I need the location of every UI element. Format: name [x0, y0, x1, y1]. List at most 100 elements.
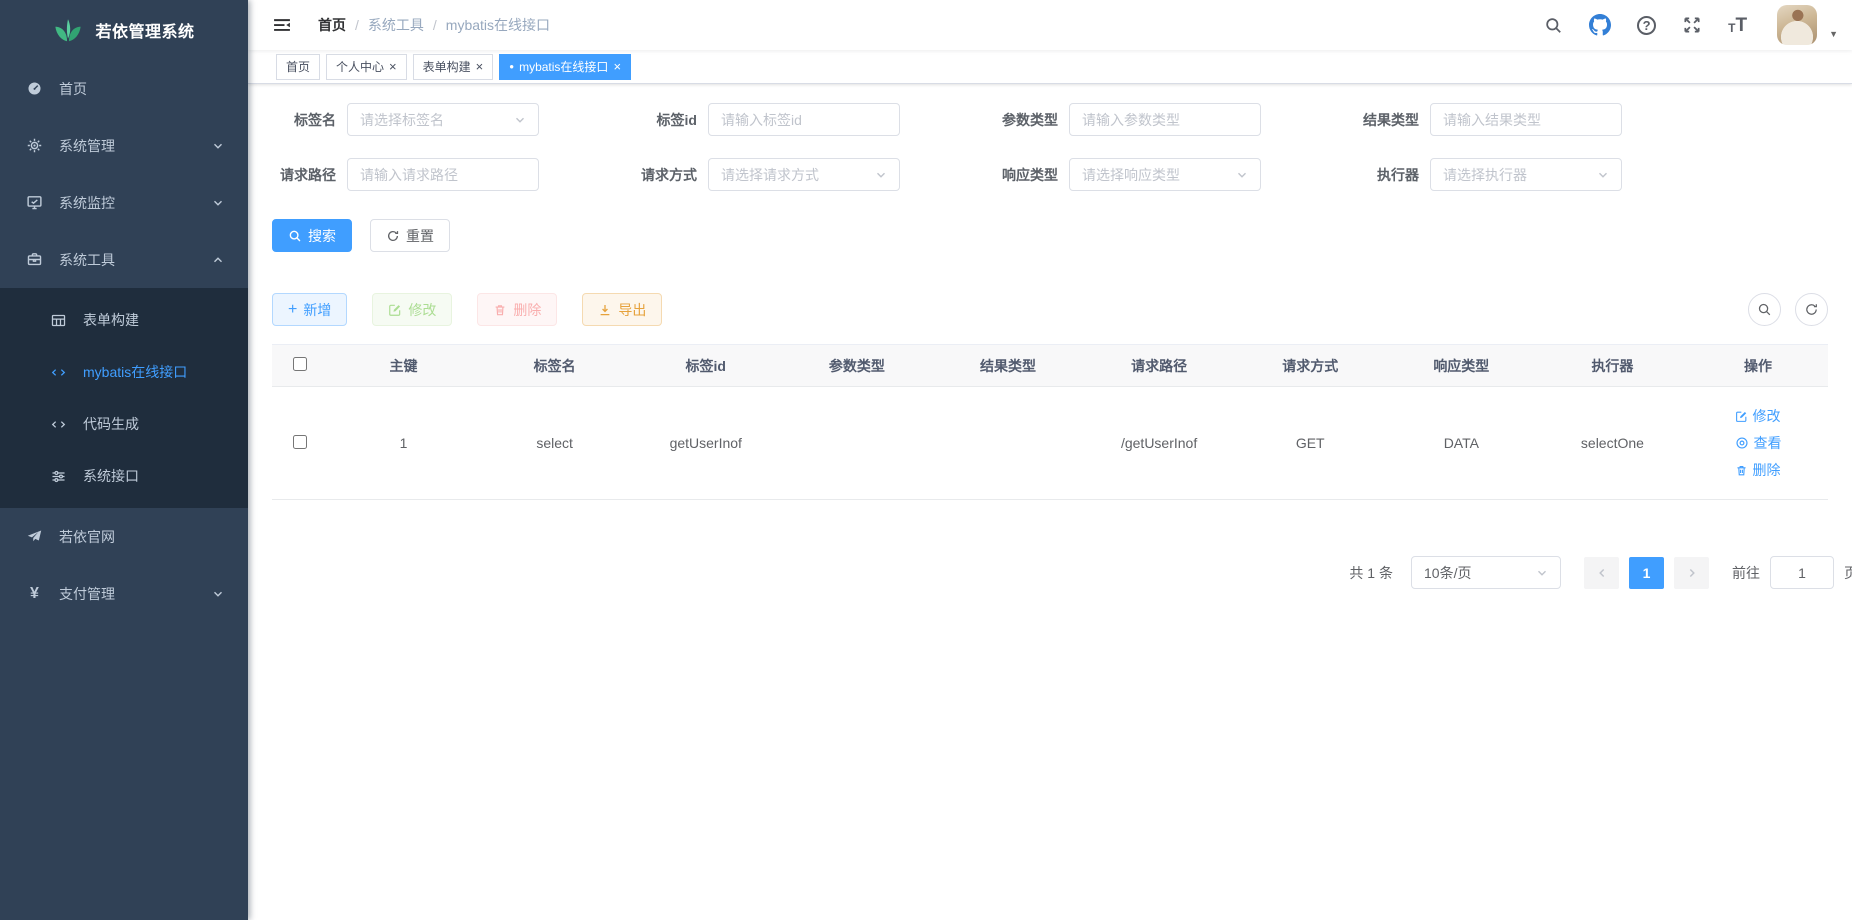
- github-icon: [1589, 14, 1611, 36]
- export-button[interactable]: 导出: [582, 293, 662, 326]
- table-row[interactable]: 1 select getUserInof /getUserInof GET DA…: [272, 387, 1828, 500]
- filter-request-method: 请求方式 请选择请求方式: [633, 158, 900, 191]
- sliders-icon: [50, 468, 67, 485]
- close-icon[interactable]: ×: [389, 60, 397, 73]
- sidebar-item-form-builder[interactable]: 表单构建: [0, 294, 248, 346]
- filter-label: 参数类型: [994, 110, 1058, 130]
- reset-button[interactable]: 重置: [370, 219, 450, 252]
- sidebar-item-code-gen[interactable]: 代码生成: [0, 398, 248, 450]
- fullscreen-button[interactable]: [1672, 7, 1712, 43]
- download-icon: [598, 303, 612, 317]
- page-size-select[interactable]: 10条/页: [1411, 556, 1561, 589]
- logo[interactable]: 若依管理系统: [0, 0, 248, 60]
- reset-button-label: 重置: [406, 226, 434, 246]
- tab-home[interactable]: 首页: [276, 54, 320, 80]
- tag-id-input[interactable]: [708, 103, 900, 136]
- filter-label: 标签名: [272, 110, 336, 130]
- close-icon[interactable]: ×: [476, 60, 484, 73]
- sidebar-toggle-button[interactable]: [258, 15, 306, 35]
- sidebar-item-mybatis-api[interactable]: mybatis在线接口: [0, 346, 248, 398]
- tab-form-builder[interactable]: 表单构建 ×: [413, 54, 494, 80]
- search-button-label: 搜索: [308, 226, 336, 246]
- tab-mybatis-api[interactable]: ● mybatis在线接口 ×: [499, 54, 631, 80]
- toolbox-icon: [26, 251, 43, 268]
- param-type-input[interactable]: [1069, 103, 1261, 136]
- select-all-header: [272, 345, 328, 387]
- sidebar-item-official-site[interactable]: 若依官网: [0, 508, 248, 565]
- add-button[interactable]: + 新增: [272, 293, 347, 326]
- page-number-1[interactable]: 1: [1629, 557, 1664, 589]
- response-type-select[interactable]: 请选择响应类型: [1069, 158, 1261, 191]
- github-link-button[interactable]: [1579, 6, 1621, 44]
- sidebar-item-system-monitor[interactable]: 系统监控: [0, 174, 248, 231]
- sidebar-item-system-api[interactable]: 系统接口: [0, 450, 248, 502]
- close-icon[interactable]: ×: [613, 60, 621, 73]
- goto-page: 前往 页: [1732, 556, 1852, 589]
- delete-button[interactable]: 删除: [477, 293, 557, 326]
- row-delete-link[interactable]: 删除: [1735, 460, 1781, 480]
- sidebar-item-label: 支付管理: [59, 584, 115, 604]
- select-all-checkbox[interactable]: [293, 357, 307, 371]
- chevron-down-icon: [875, 169, 887, 181]
- navbar-right-tools: ? TT ▼: [1534, 5, 1838, 45]
- prev-page-button[interactable]: [1584, 557, 1619, 589]
- col-header: 主键: [328, 345, 479, 387]
- filter-row-1: 标签名 请选择标签名 标签id 参数类型 结果类型: [272, 103, 1828, 136]
- edit-icon: [388, 303, 402, 317]
- col-header: 请求方式: [1235, 345, 1386, 387]
- tab-label: 首页: [286, 58, 310, 75]
- goto-label: 前往: [1732, 563, 1760, 583]
- refresh-table-button[interactable]: [1795, 293, 1828, 326]
- cell-response-type: DATA: [1386, 387, 1537, 500]
- sidebar-item-system-manage[interactable]: 系统管理: [0, 117, 248, 174]
- chevron-down-icon: [1597, 169, 1609, 181]
- search-button[interactable]: 搜索: [272, 219, 352, 252]
- gear-icon: [26, 137, 43, 154]
- breadcrumb-home[interactable]: 首页: [318, 15, 346, 35]
- tab-profile[interactable]: 个人中心 ×: [326, 54, 407, 80]
- row-view-link[interactable]: 查看: [1735, 433, 1782, 453]
- sidebar-item-home[interactable]: 首页: [0, 60, 248, 117]
- sidebar: 若依管理系统 首页 系统管理: [0, 0, 248, 920]
- avatar-caret-down-icon[interactable]: ▼: [1829, 29, 1838, 39]
- next-page-button[interactable]: [1674, 557, 1709, 589]
- yen-icon: ¥: [26, 585, 43, 603]
- col-header: 标签id: [630, 345, 781, 387]
- chevron-up-icon: [212, 254, 224, 266]
- avatar[interactable]: [1777, 5, 1817, 45]
- chevron-down-icon: [212, 197, 224, 209]
- result-type-input[interactable]: [1430, 103, 1622, 136]
- chevron-left-icon: [1596, 567, 1608, 579]
- chevron-down-icon: [1536, 567, 1548, 579]
- row-checkbox[interactable]: [293, 435, 307, 449]
- font-size-button[interactable]: TT: [1718, 8, 1757, 43]
- row-select-cell: [272, 387, 328, 500]
- goto-page-input[interactable]: [1770, 556, 1834, 589]
- eye-icon: [1735, 436, 1749, 450]
- tag-name-select[interactable]: 请选择标签名: [347, 103, 539, 136]
- request-method-select[interactable]: 请选择请求方式: [708, 158, 900, 191]
- header-search-button[interactable]: [1534, 8, 1573, 43]
- executor-select[interactable]: 请选择执行器: [1430, 158, 1622, 191]
- request-path-input[interactable]: [347, 158, 539, 191]
- sidebar-item-label: 若依官网: [59, 527, 115, 547]
- cell-tag-name: select: [479, 387, 630, 500]
- sidebar-item-payment[interactable]: ¥ 支付管理: [0, 565, 248, 622]
- plus-icon: +: [288, 302, 297, 318]
- table-toolbar: + 新增 修改 删除: [272, 293, 1828, 326]
- question-icon: ?: [1637, 16, 1656, 35]
- cell-executor: selectOne: [1537, 387, 1688, 500]
- filter-tag-name: 标签名 请选择标签名: [272, 103, 539, 136]
- sidebar-item-label: 首页: [59, 79, 87, 99]
- edit-button[interactable]: 修改: [372, 293, 452, 326]
- pagination: 共 1 条 10条/页 1 前往 页: [272, 556, 1852, 589]
- refresh-icon: [386, 229, 400, 243]
- pagination-total: 共 1 条: [1349, 563, 1393, 583]
- toggle-search-button[interactable]: [1748, 293, 1781, 326]
- search-actions: 搜索 重置: [272, 219, 1828, 252]
- sidebar-item-system-tools[interactable]: 系统工具: [0, 231, 248, 288]
- help-button[interactable]: ?: [1627, 8, 1666, 43]
- app-title: 若依管理系统: [95, 18, 194, 42]
- row-edit-link[interactable]: 修改: [1735, 406, 1781, 426]
- delete-button-label: 删除: [513, 300, 541, 320]
